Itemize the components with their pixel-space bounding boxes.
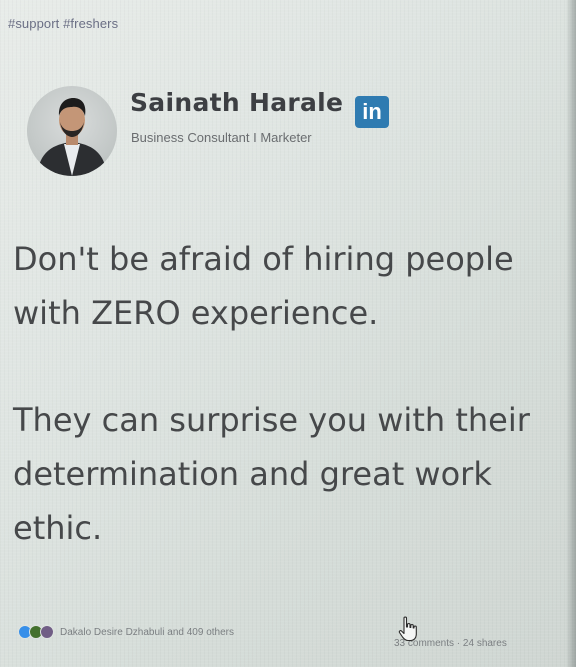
reactions-text[interactable]: Dakalo Desire Dzhabuli and 409 others	[60, 627, 234, 638]
author-headline: Business Consultant I Marketer	[131, 130, 312, 145]
hashtags[interactable]: #support #freshers	[8, 16, 118, 31]
avatar[interactable]	[27, 86, 117, 176]
reaction-icons	[18, 625, 54, 639]
author-name[interactable]: Sainath Harale	[130, 88, 343, 117]
monitor-edge	[566, 0, 576, 667]
support-icon	[40, 625, 54, 639]
post-paragraph-2: They can surprise you with their determi…	[13, 401, 530, 547]
post-body: Don't be afraid of hiring people with ZE…	[13, 232, 558, 555]
reactions-summary[interactable]: Dakalo Desire Dzhabuli and 409 others	[18, 625, 234, 639]
profile-photo-icon	[37, 98, 107, 176]
hand-cursor-icon	[398, 616, 417, 642]
linkedin-badge-icon: in	[355, 96, 389, 128]
post-paragraph-1: Don't be afraid of hiring people with ZE…	[13, 240, 514, 332]
